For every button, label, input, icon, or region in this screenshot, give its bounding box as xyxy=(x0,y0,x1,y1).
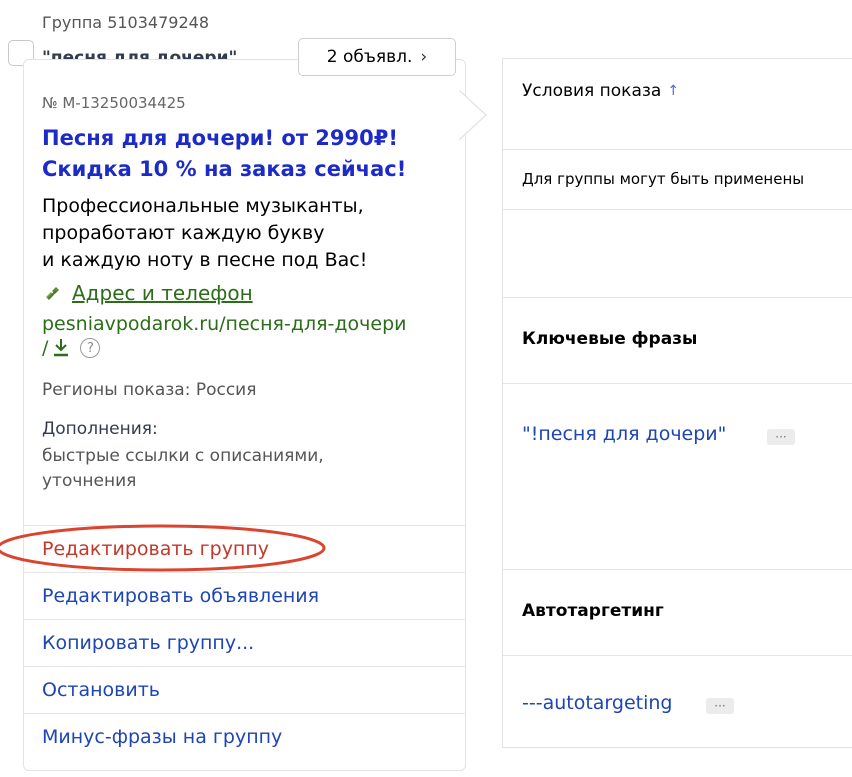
group-note: Для группы могут быть применены xyxy=(522,170,805,188)
stop-link[interactable]: Остановить xyxy=(23,666,466,713)
ad-text-line: Профессиональные музыканты, xyxy=(42,195,364,217)
vcard-download-icon[interactable] xyxy=(52,338,70,358)
autotargeting-phrase-link[interactable]: ---autotargeting xyxy=(522,692,672,714)
extras-text: быстрые ссылки с описаниями, уточнения xyxy=(42,444,442,494)
row-divider xyxy=(503,569,852,570)
help-icon[interactable]: ? xyxy=(80,338,101,358)
ad-url-tail: / xyxy=(42,337,49,359)
regions-text: Регионы показа: Россия xyxy=(42,380,257,400)
extras-line: уточнения xyxy=(42,471,137,491)
card-pointer xyxy=(459,90,487,140)
keywords-title: Ключевые фразы xyxy=(522,329,698,349)
address-link-label: Адрес и телефон xyxy=(72,281,253,305)
ad-text-line: проработают каждую букву xyxy=(42,222,325,244)
copy-group-link[interactable]: Копировать группу... xyxy=(23,619,466,666)
ad-title-line: Скидка 10 % на заказ сейчас! xyxy=(42,157,407,181)
conditions-header-label: Условия показа xyxy=(522,81,662,101)
row-divider xyxy=(503,149,852,150)
row-divider xyxy=(503,209,852,210)
sort-up-icon: ↑ xyxy=(667,83,680,99)
ad-title-line: Песня для дочери! от 2990₽! xyxy=(42,126,398,150)
ad-url[interactable]: pesniavpodarok.ru/песня-для-дочери xyxy=(42,311,462,337)
row-divider xyxy=(503,383,852,384)
ad-title[interactable]: Песня для дочери! от 2990₽! Скидка 10 % … xyxy=(42,123,452,185)
ad-url-continued: / ? xyxy=(42,337,101,359)
ad-text-line: и каждую ноту в песне под Вас! xyxy=(42,249,368,271)
negative-keywords-link[interactable]: Минус-фразы на группу xyxy=(23,713,466,760)
ads-count-label: 2 объявл. xyxy=(326,47,413,67)
address-phone-link[interactable]: Адрес и телефон xyxy=(42,281,253,305)
extras-line: быстрые ссылки с описаниями, xyxy=(42,446,324,466)
ad-text: Профессиональные музыканты, проработают … xyxy=(42,193,452,274)
extras-title: Дополнения: xyxy=(42,419,158,439)
edit-ads-link[interactable]: Редактировать объявления xyxy=(23,572,466,619)
conditions-panel: Условия показа ↑ Для группы могут быть п… xyxy=(502,58,852,748)
chevron-right-icon: › xyxy=(420,47,428,67)
edit-group-link[interactable]: Редактировать группу xyxy=(23,525,466,572)
page: Группа 5103479248 "песня для дочери" 2 о… xyxy=(0,0,852,777)
phone-icon xyxy=(46,287,59,300)
conditions-header[interactable]: Условия показа ↑ xyxy=(522,81,679,101)
autotargeting-title: Автотаргетинг xyxy=(522,601,664,621)
row-divider xyxy=(503,297,852,298)
group-id-label: Группа 5103479248 xyxy=(42,13,209,32)
group-actions-menu: Редактировать группу Редактировать объяв… xyxy=(23,525,466,760)
keyword-more-button[interactable]: ··· xyxy=(767,429,795,445)
row-divider xyxy=(503,655,852,656)
autotargeting-more-button[interactable]: ··· xyxy=(706,698,734,714)
ads-count-button[interactable]: 2 объявл. › xyxy=(298,38,456,76)
keyword-phrase-link[interactable]: "!песня для дочери" xyxy=(522,423,726,445)
ad-number: № М-13250034425 xyxy=(42,94,186,112)
